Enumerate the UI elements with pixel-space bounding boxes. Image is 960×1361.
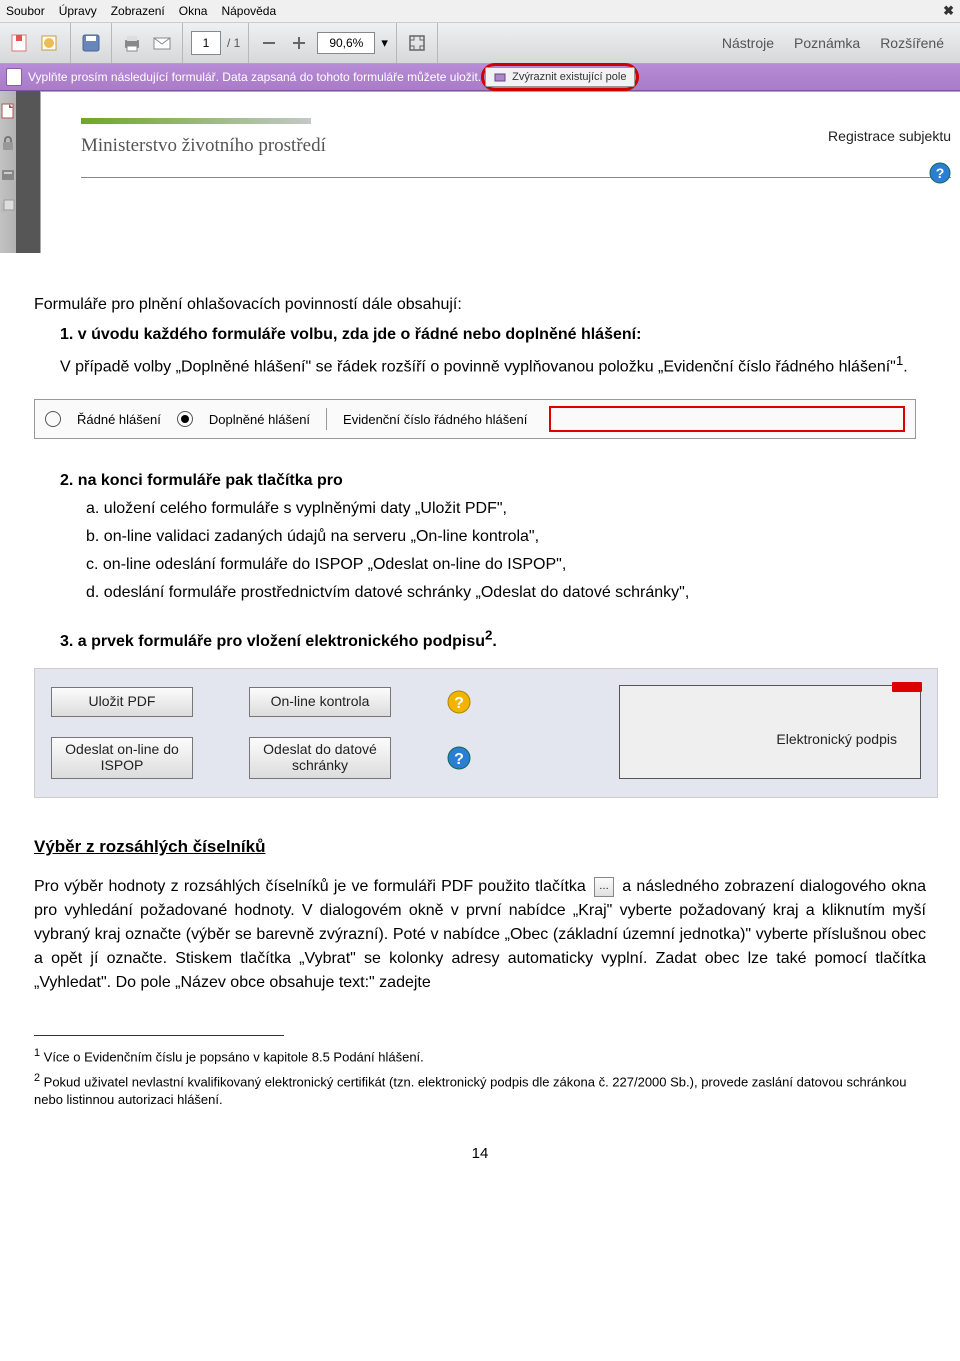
help-question-icon-2[interactable]: ? [447,746,471,770]
form-banner: Vyplňte prosím následující formulář. Dat… [0,64,960,91]
page-number: 14 [34,1113,926,1186]
odeslat-ds-button[interactable]: Odeslat do datové schránky [249,737,391,779]
layers-icon[interactable] [0,199,16,215]
highlight-fields-button[interactable]: Zvýraznit existující pole [485,67,635,87]
highlight-callout: Zvýraznit existující pole [481,63,639,91]
save-icon[interactable] [79,31,103,55]
create-pdf-icon[interactable] [38,31,62,55]
footnote-rule [34,1035,284,1036]
radio-radne-label: Řádné hlášení [77,410,161,430]
list-item-3: 3. a prvek formuláře pro vložení elektro… [60,625,926,653]
document-background: Ministerstvo životního prostředí Registr… [16,91,960,253]
footnote-2: 2 Pokud uživatel nevlastní kvalifikovaný… [34,1071,926,1110]
tool-rozsirene[interactable]: Rozšířené [880,35,944,51]
export-pdf-icon[interactable] [8,31,32,55]
svg-text:?: ? [454,695,464,712]
evid-cislo-label: Evidenční číslo řádného hlášení [343,410,527,430]
page-thumbnails-icon[interactable] [0,103,16,119]
list-item-1-lead: 1. v úvodu každého formuláře volbu, zda … [60,323,926,347]
tool-poznamka[interactable]: Poznámka [794,35,860,51]
tool-nastroje[interactable]: Nástroje [722,35,774,51]
svg-text:?: ? [454,751,464,768]
list-item-2c: c. on-line odeslání formuláře do ISPOP „… [86,553,926,577]
list-item-2a: a. uložení celého formuláře s vyplněnými… [86,497,926,521]
logo-bar [81,118,311,124]
banner-text: Vyplňte prosím následující formulář. Dat… [28,70,481,84]
odeslat-ispop-button[interactable]: Odeslat on-line do ISPOP [51,737,193,779]
side-toolbar [0,91,16,253]
mail-icon[interactable] [150,31,174,55]
menu-item-okna[interactable]: Okna [179,4,208,18]
menu-item-soubor[interactable]: Soubor [6,4,45,18]
list-item-2: 2. na konci formuláře pak tlačítka pro [60,469,926,493]
reg-title: Registrace subjektu [828,128,951,144]
ciselniky-para: Pro výběr hodnoty z rozsáhlých číselníků… [34,875,926,995]
evid-cislo-field[interactable] [549,406,905,432]
menu-item-napoveda[interactable]: Nápověda [221,4,276,18]
ministry-title: Ministerstvo životního prostředí [81,135,326,157]
online-kontrola-button[interactable]: On-line kontrola [249,687,391,717]
zoom-in-icon[interactable] [287,31,311,55]
lock-icon[interactable] [0,135,16,151]
dropdown-icon[interactable]: ▾ [381,35,388,51]
highlight-fields-label: Zvýraznit existující pole [512,71,626,83]
list-item-2d: d. odeslání formuláře prostřednictvím da… [86,581,926,605]
radio-radne[interactable] [45,411,61,427]
highlight-icon [494,71,508,83]
menu-item-upravy[interactable]: Úpravy [59,4,97,18]
page-total: / 1 [227,36,240,50]
ellipsis-button[interactable]: … [594,877,614,897]
radio-row-image: Řádné hlášení Doplněné hlášení Evidenční… [34,399,916,439]
zoom-field[interactable]: 90,6% [317,32,375,54]
section-ciselniky: Výběr z rozsáhlých číselníků [34,834,926,860]
menu-item-zobrazeni[interactable]: Zobrazení [111,4,165,18]
help-question-icon[interactable]: ? [447,690,471,714]
menubar: Soubor Úpravy Zobrazení Okna Nápověda ✖ [0,0,960,23]
svg-text:?: ? [936,165,945,181]
buttons-panel-image: Uložit PDF On-line kontrola ? Odeslat on… [34,668,938,798]
list-item-2b: b. on-line validaci zadaných údajů na se… [86,525,926,549]
radio-doplnene-label: Doplněné hlášení [209,410,310,430]
close-icon[interactable]: ✖ [943,3,954,19]
signature-label: Elektronický podpis [776,729,897,750]
pdf-page: Ministerstvo životního prostředí Registr… [40,91,960,253]
document-body: Formuláře pro plnění ohlašovacích povinn… [0,253,960,1196]
list-item-1-body: V případě volby „Doplněné hlášení" se řá… [60,351,926,379]
zoom-out-icon[interactable] [257,31,281,55]
print-icon[interactable] [120,31,144,55]
radio-doplnene[interactable] [177,411,193,427]
ulozit-pdf-button[interactable]: Uložit PDF [51,687,193,717]
footnote-1: 1 Více o Evidenčním číslu je popsáno v k… [34,1046,926,1067]
signature-icon[interactable] [0,167,16,183]
signature-tab-icon [892,682,922,692]
toolbar: / 1 90,6% ▾ Nástroje Poznámka Rozšířené [0,23,960,64]
workarea: Ministerstvo životního prostředí Registr… [0,91,960,253]
fullscreen-icon[interactable] [405,31,429,55]
form-icon [6,68,22,86]
intro-text: Formuláře pro plnění ohlašovacích povinn… [34,293,926,317]
help-icon[interactable]: ? [929,162,951,184]
page-current-input[interactable] [191,31,221,55]
